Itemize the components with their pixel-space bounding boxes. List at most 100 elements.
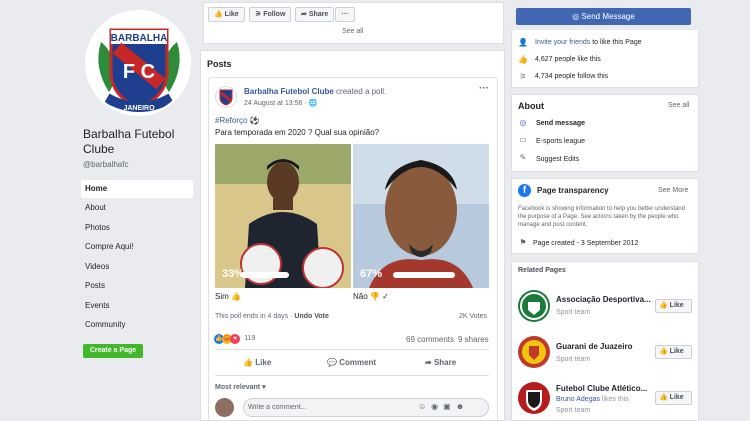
svg-text:F C: F C: [123, 61, 155, 83]
related-page-1-logo[interactable]: [518, 290, 550, 322]
see-all-strip: See all: [203, 24, 504, 44]
club-crest-logo: BARBALHA F C JANEIRO: [89, 14, 189, 114]
related-page-2-logo[interactable]: [518, 336, 550, 368]
share-page-label: Share: [308, 11, 329, 18]
comment-bubble-icon: 💬: [327, 358, 337, 367]
undo-vote-link[interactable]: Undo Vote: [294, 313, 328, 320]
invite-rest: to like this Page: [590, 39, 642, 46]
invite-friends-link[interactable]: Invite your friends: [535, 39, 590, 46]
nav-posts[interactable]: Posts: [81, 277, 193, 295]
pencil-icon: ✎: [519, 153, 527, 162]
follows-count: 4,734 people follow this: [535, 73, 609, 80]
share-arrow-icon: ➦: [425, 358, 432, 367]
poll-option-1-label[interactable]: Sim 👍: [215, 292, 241, 301]
follow-icon: ⚞: [519, 72, 527, 81]
poll-option-2-image[interactable]: [353, 144, 489, 288]
gif-icon[interactable]: ▣: [443, 402, 456, 411]
nav-photos[interactable]: Photos: [81, 219, 193, 237]
send-message-button[interactable]: ◎ Send Message: [516, 8, 691, 25]
love-reaction-icon: ♥: [230, 334, 240, 344]
related-page-3-category: Sport team: [556, 407, 591, 414]
post-share-label: Share: [433, 358, 457, 367]
post-comment-label: Comment: [339, 358, 377, 367]
related-like-label: Like: [669, 394, 684, 401]
about-see-all-link[interactable]: See all: [668, 102, 689, 109]
likes-count: 4,627 people like this: [535, 56, 601, 63]
reaction-summary[interactable]: 👍😡 ♥ 119: [214, 333, 255, 345]
page-handle[interactable]: @barbalhafc: [83, 160, 128, 169]
post-share-button[interactable]: ➦ Share: [425, 358, 456, 367]
flag-icon: ⚑: [519, 238, 527, 247]
player-photo-2: [353, 144, 489, 288]
sticker-icon[interactable]: ☻: [456, 402, 469, 411]
comment-sort-dropdown[interactable]: Most relevant ▾: [215, 383, 266, 391]
category-icon: ▭: [519, 135, 527, 144]
shares-count[interactable]: 9 shares: [458, 335, 489, 344]
divider: [215, 375, 489, 376]
poll-option-2-label[interactable]: Não 👎 ✓: [353, 292, 389, 301]
about-send-message-link[interactable]: Send message: [536, 120, 585, 127]
like-page-button[interactable]: 👍 Like: [208, 7, 245, 22]
thumbs-up-icon: 👍: [659, 348, 668, 355]
camera-icon[interactable]: ◉: [431, 402, 443, 411]
related-page-3-like-button[interactable]: 👍 Like: [655, 391, 692, 405]
rss-icon: ⚞: [255, 11, 262, 18]
more-options-button[interactable]: ···: [335, 7, 355, 22]
thumbs-up-icon: 👍: [214, 11, 223, 18]
invite-text: Invite your friends to like this Page: [535, 39, 642, 46]
page-profile-picture[interactable]: BARBALHA F C JANEIRO: [85, 10, 191, 116]
suggest-edits-link[interactable]: Suggest Edits: [536, 156, 579, 163]
share-arrow-icon: ➦: [301, 11, 307, 18]
club-crest-mini-icon: [219, 89, 233, 106]
svg-text:BARBALHA: BARBALHA: [111, 33, 168, 44]
comments-count[interactable]: 69 comments: [406, 335, 454, 344]
post-like-button[interactable]: 👍 Like: [243, 358, 271, 367]
nav-events[interactable]: Events: [81, 297, 193, 315]
messenger-icon: ◎: [519, 118, 527, 127]
poll-vote-count[interactable]: 2K Votes: [459, 313, 487, 320]
related-page-2-category: Sport team: [556, 356, 591, 363]
create-page-button[interactable]: Create a Page: [83, 344, 143, 358]
send-message-label: Send Message: [581, 12, 635, 21]
transparency-see-more-link[interactable]: See More: [658, 187, 688, 194]
emoji-icon[interactable]: ☺: [418, 402, 431, 411]
poll-option-1-image[interactable]: [215, 144, 351, 288]
post-author-link[interactable]: Barbalha Futebol Clube: [244, 87, 334, 96]
nav-home[interactable]: Home: [81, 180, 193, 198]
share-page-button[interactable]: ➦ Share: [295, 7, 335, 22]
nav-videos[interactable]: Videos: [81, 258, 193, 276]
reaction-count: 119: [244, 335, 256, 342]
comment-tool-icons[interactable]: ☺◉▣☻: [418, 402, 469, 411]
thumbs-up-icon: 👍: [659, 394, 668, 401]
liker-name-link[interactable]: Bruno Adegas: [556, 396, 600, 403]
nav-community[interactable]: Community: [81, 316, 193, 334]
comment-input[interactable]: Write a comment... ☺◉▣☻: [243, 398, 489, 417]
player-photo-1: [215, 144, 351, 288]
page-name[interactable]: Barbalha Futebol Clube: [83, 127, 203, 157]
related-like-label: Like: [669, 348, 684, 355]
nav-about[interactable]: About: [81, 199, 193, 217]
related-page-2-like-button[interactable]: 👍 Like: [655, 345, 692, 359]
thumbs-up-icon: 👍: [243, 358, 253, 367]
post-comment-button[interactable]: 💬 Comment: [327, 358, 376, 367]
related-page-3-logo[interactable]: [518, 382, 550, 414]
liker-rest: likes this: [599, 396, 629, 403]
post-timestamp[interactable]: 24 August at 13:56 · 🌐: [244, 99, 317, 107]
nav-shop[interactable]: Compre Aqui!: [81, 238, 193, 256]
post-options-button[interactable]: ···: [479, 83, 489, 94]
related-page-1-like-button[interactable]: 👍 Like: [655, 299, 692, 313]
category-link[interactable]: E-sports league: [536, 138, 585, 145]
follow-button[interactable]: ⚞ Follow: [249, 7, 292, 22]
related-like-label: Like: [669, 302, 684, 309]
poll-ends-text: This poll ends in 4 days ·: [215, 313, 293, 320]
post-author-avatar[interactable]: [215, 86, 237, 108]
thumbs-up-icon: 👍: [659, 302, 668, 309]
team-crest-icon: [520, 292, 548, 320]
post-hashtag[interactable]: #Reforço ⚽: [215, 116, 260, 125]
page-created-date: Page created - 3 September 2012: [533, 240, 639, 247]
see-all-link[interactable]: See all: [342, 28, 363, 35]
about-heading: About: [518, 101, 544, 111]
poll-option-1-bar: [241, 272, 289, 278]
facebook-icon: f: [518, 184, 531, 197]
globe-icon: 🌐: [308, 100, 318, 107]
